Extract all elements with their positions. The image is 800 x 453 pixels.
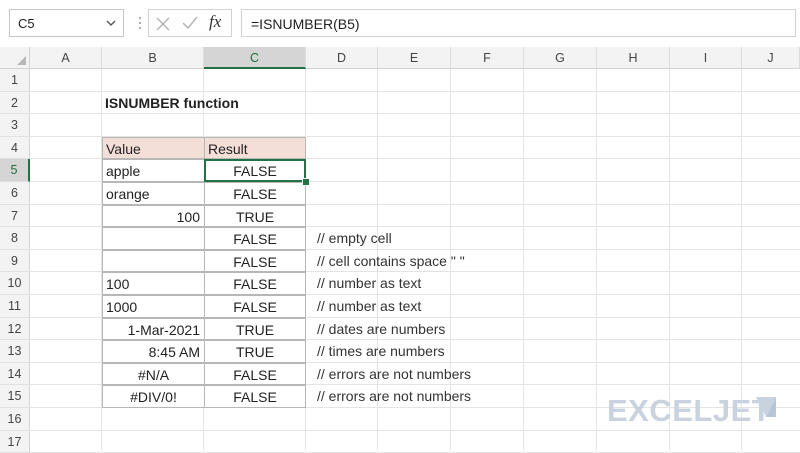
comment-note: // errors are not numbers xyxy=(317,388,472,405)
column-header-f[interactable]: F xyxy=(451,47,524,69)
row-header-5[interactable]: 5 xyxy=(0,159,30,182)
insert-function-icon[interactable]: fx xyxy=(209,12,221,32)
table-cell-result[interactable]: FALSE xyxy=(204,362,306,386)
row-header-12[interactable]: 12 xyxy=(0,317,30,341)
comment-note: // cell contains space " " xyxy=(317,252,465,269)
column-header-c[interactable]: C xyxy=(204,47,306,69)
exceljet-logo-mark-icon xyxy=(756,397,776,417)
gridline-vertical xyxy=(523,69,524,450)
row-header-8[interactable]: 8 xyxy=(0,227,30,250)
table-cell-value[interactable]: 8:45 AM xyxy=(102,340,205,363)
table-cell-value[interactable]: #N/A xyxy=(102,362,205,386)
column-header-e[interactable]: E xyxy=(378,47,451,69)
row-header-15[interactable]: 15 xyxy=(0,385,30,408)
table-header-result: Result xyxy=(204,136,306,160)
row-header-3[interactable]: 3 xyxy=(0,114,30,137)
column-header-i[interactable]: I xyxy=(670,47,742,69)
table-cell-result[interactable]: FALSE xyxy=(204,385,306,408)
row-header-11[interactable]: 11 xyxy=(0,295,30,318)
formula-input[interactable]: =ISNUMBER(B5) xyxy=(241,9,796,37)
row-header-13[interactable]: 13 xyxy=(0,340,30,363)
table-cell-result[interactable]: TRUE xyxy=(204,340,306,363)
table-cell-result[interactable]: TRUE xyxy=(204,317,306,341)
column-header-a[interactable]: A xyxy=(30,47,102,69)
chevron-down-icon[interactable] xyxy=(106,19,116,27)
exceljet-logo: EXCELJET xyxy=(607,393,772,428)
comment-note: // errors are not numbers xyxy=(317,365,472,382)
comment-note: // empty cell xyxy=(317,230,392,247)
table-cell-value[interactable]: apple xyxy=(102,159,205,182)
row-header-6[interactable]: 6 xyxy=(0,182,30,205)
name-box-value: C5 xyxy=(18,16,35,31)
select-all-corner[interactable] xyxy=(0,47,30,69)
drag-handle-icon[interactable] xyxy=(139,16,141,30)
table-cell-result[interactable]: FALSE xyxy=(204,249,306,273)
comment-note: // number as text xyxy=(317,275,422,292)
comment-note: // dates are numbers xyxy=(317,320,446,337)
table-cell-value[interactable]: #DIV/0! xyxy=(102,385,205,408)
name-box[interactable]: C5 xyxy=(9,9,124,37)
row-header-10[interactable]: 10 xyxy=(0,272,30,295)
select-all-icon xyxy=(17,56,26,65)
table-cell-result[interactable]: FALSE xyxy=(204,227,306,250)
gridline-horizontal xyxy=(30,429,800,431)
row-header-9[interactable]: 9 xyxy=(0,249,30,273)
row-header-7[interactable]: 7 xyxy=(0,204,30,228)
formula-bar: C5 fx =ISNUMBER(B5) xyxy=(0,0,800,48)
row-header-4[interactable]: 4 xyxy=(0,136,30,160)
row-header-2[interactable]: 2 xyxy=(0,91,30,115)
table-cell-result[interactable]: FALSE xyxy=(204,295,306,318)
column-header-h[interactable]: H xyxy=(597,47,670,69)
table-cell-value[interactable]: 1000 xyxy=(102,295,205,318)
column-header-j[interactable]: J xyxy=(742,47,800,69)
table-cell-value[interactable]: 1-Mar-2021 xyxy=(102,317,205,341)
comment-note: // number as text xyxy=(317,298,422,314)
column-header-d[interactable]: D xyxy=(306,47,378,69)
table-cell-value[interactable]: orange xyxy=(102,182,205,205)
table-header-value: Value xyxy=(102,136,205,160)
table-cell-result[interactable]: FALSE xyxy=(204,182,306,205)
row-header-1[interactable]: 1 xyxy=(0,69,30,92)
table-cell-value[interactable]: 100 xyxy=(102,272,205,295)
sheet-title: ISNUMBER function xyxy=(105,94,239,111)
table-cell-result[interactable]: FALSE xyxy=(204,272,306,295)
column-header-b[interactable]: B xyxy=(102,47,204,69)
spreadsheet-grid: A B C D E F G H I J 1 2 3 4 5 6 7 8 9 10 11 12 13 14 15 16 17 ISNUM… xyxy=(0,47,800,453)
fill-handle[interactable] xyxy=(302,178,310,186)
cancel-icon[interactable] xyxy=(156,17,170,31)
gridline-vertical xyxy=(596,69,597,450)
comment-note: // times are numbers xyxy=(317,343,445,360)
check-icon[interactable] xyxy=(182,16,198,30)
table-cell-result[interactable]: TRUE xyxy=(204,204,306,228)
table-cell-value[interactable] xyxy=(102,249,205,273)
row-header-14[interactable]: 14 xyxy=(0,362,30,386)
row-header-16[interactable]: 16 xyxy=(0,408,30,431)
column-header-g[interactable]: G xyxy=(524,47,597,69)
active-cell-result[interactable]: FALSE xyxy=(204,159,306,182)
table-cell-value[interactable]: 100 xyxy=(102,204,205,228)
table-cell-value[interactable] xyxy=(102,227,205,250)
formula-buttons: fx xyxy=(148,9,232,37)
formula-text: =ISNUMBER(B5) xyxy=(251,16,360,32)
